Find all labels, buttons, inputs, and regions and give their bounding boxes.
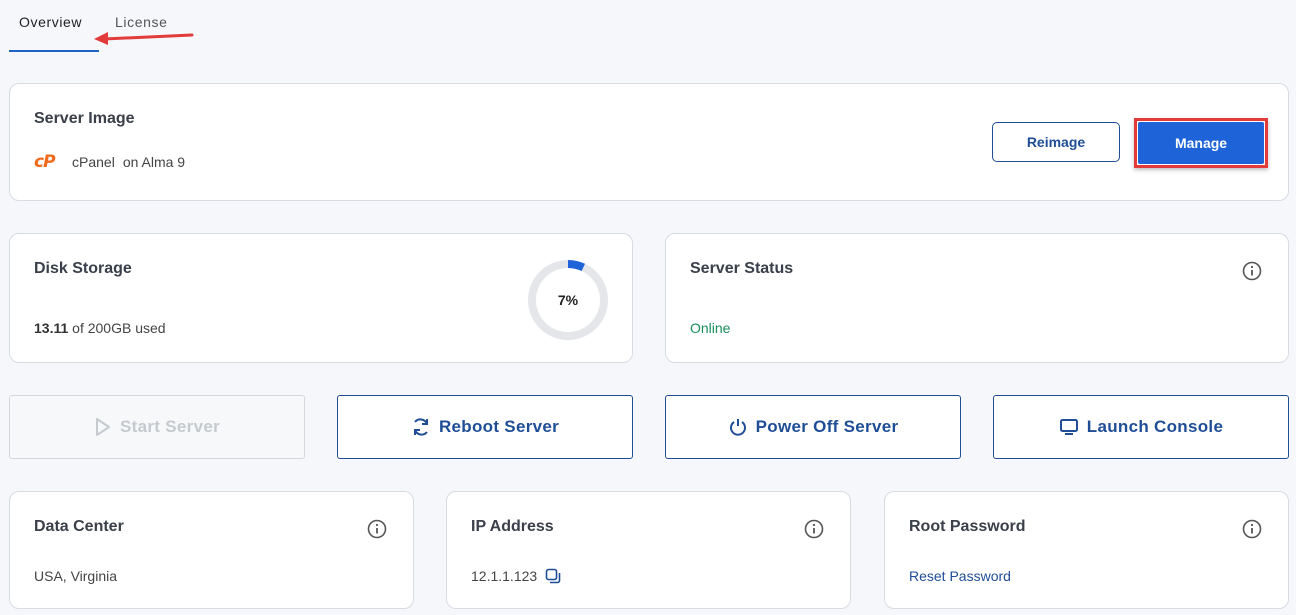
disk-usage-text: 13.11 of 200GB used <box>34 320 166 336</box>
data-center-location: USA, Virginia <box>34 568 118 584</box>
os-name: cPanel <box>72 154 115 170</box>
data-center-title: Data Center <box>34 518 124 535</box>
disk-usage-percent: 7% <box>557 292 579 308</box>
reimage-button[interactable]: Reimage <box>992 122 1120 162</box>
server-status-card: Server Status Online <box>665 233 1289 363</box>
power-icon <box>729 419 746 436</box>
reboot-server-label: Reboot Server <box>438 417 560 436</box>
info-icon[interactable] <box>1242 261 1262 281</box>
root-password-title: Root Password <box>909 518 1026 535</box>
cpanel-logo-icon: cP <box>34 152 56 172</box>
server-image-card: Server Image cP cPanel on Alma 9 Reimage… <box>9 83 1289 201</box>
ip-address-row: 12.1.1.123 <box>471 568 561 584</box>
monitor-icon <box>1059 419 1078 435</box>
start-server-button[interactable]: Start Server <box>9 395 305 459</box>
power-off-server-button[interactable]: Power Off Server <box>665 395 961 459</box>
root-password-row: Reset Password <box>909 568 1011 584</box>
info-icon[interactable] <box>804 519 824 539</box>
server-image-title: Server Image <box>34 110 135 127</box>
ip-address-title: IP Address <box>471 518 554 535</box>
data-center-card: Data Center USA, Virginia <box>9 491 414 609</box>
tab-overview[interactable]: Overview <box>9 0 99 52</box>
disk-used-amount: 13.11 <box>34 320 69 336</box>
info-icon[interactable] <box>367 519 387 539</box>
info-icon[interactable] <box>1242 519 1262 539</box>
os-version: on Alma 9 <box>122 154 186 170</box>
refresh-icon <box>413 418 428 436</box>
annotation-arrow-icon <box>94 32 194 45</box>
root-password-card: Root Password Reset Password <box>884 491 1289 609</box>
server-status-title: Server Status <box>690 260 794 277</box>
launch-console-label: Launch Console <box>1086 417 1224 436</box>
start-server-label: Start Server <box>120 417 220 436</box>
play-icon <box>96 418 110 436</box>
disk-storage-title: Disk Storage <box>34 260 132 277</box>
power-off-server-label: Power Off Server <box>755 417 899 436</box>
reboot-server-button[interactable]: Reboot Server <box>337 395 633 459</box>
launch-console-button[interactable]: Launch Console <box>993 395 1289 459</box>
data-center-value: USA, Virginia <box>34 568 117 584</box>
ip-address-card: IP Address 12.1.1.123 <box>446 491 851 609</box>
server-status-value: Online <box>690 320 731 336</box>
copy-icon[interactable] <box>545 568 561 584</box>
ip-address-value: 12.1.1.123 <box>471 568 538 584</box>
reset-password-link[interactable]: Reset Password <box>909 568 1011 584</box>
os-info: cP cPanel on Alma 9 <box>34 152 185 172</box>
disk-storage-card: Disk Storage 13.11 of 200GB used 7% <box>9 233 633 363</box>
manage-button[interactable]: Manage <box>1138 122 1264 164</box>
disk-total-text: of 200GB used <box>72 320 166 336</box>
